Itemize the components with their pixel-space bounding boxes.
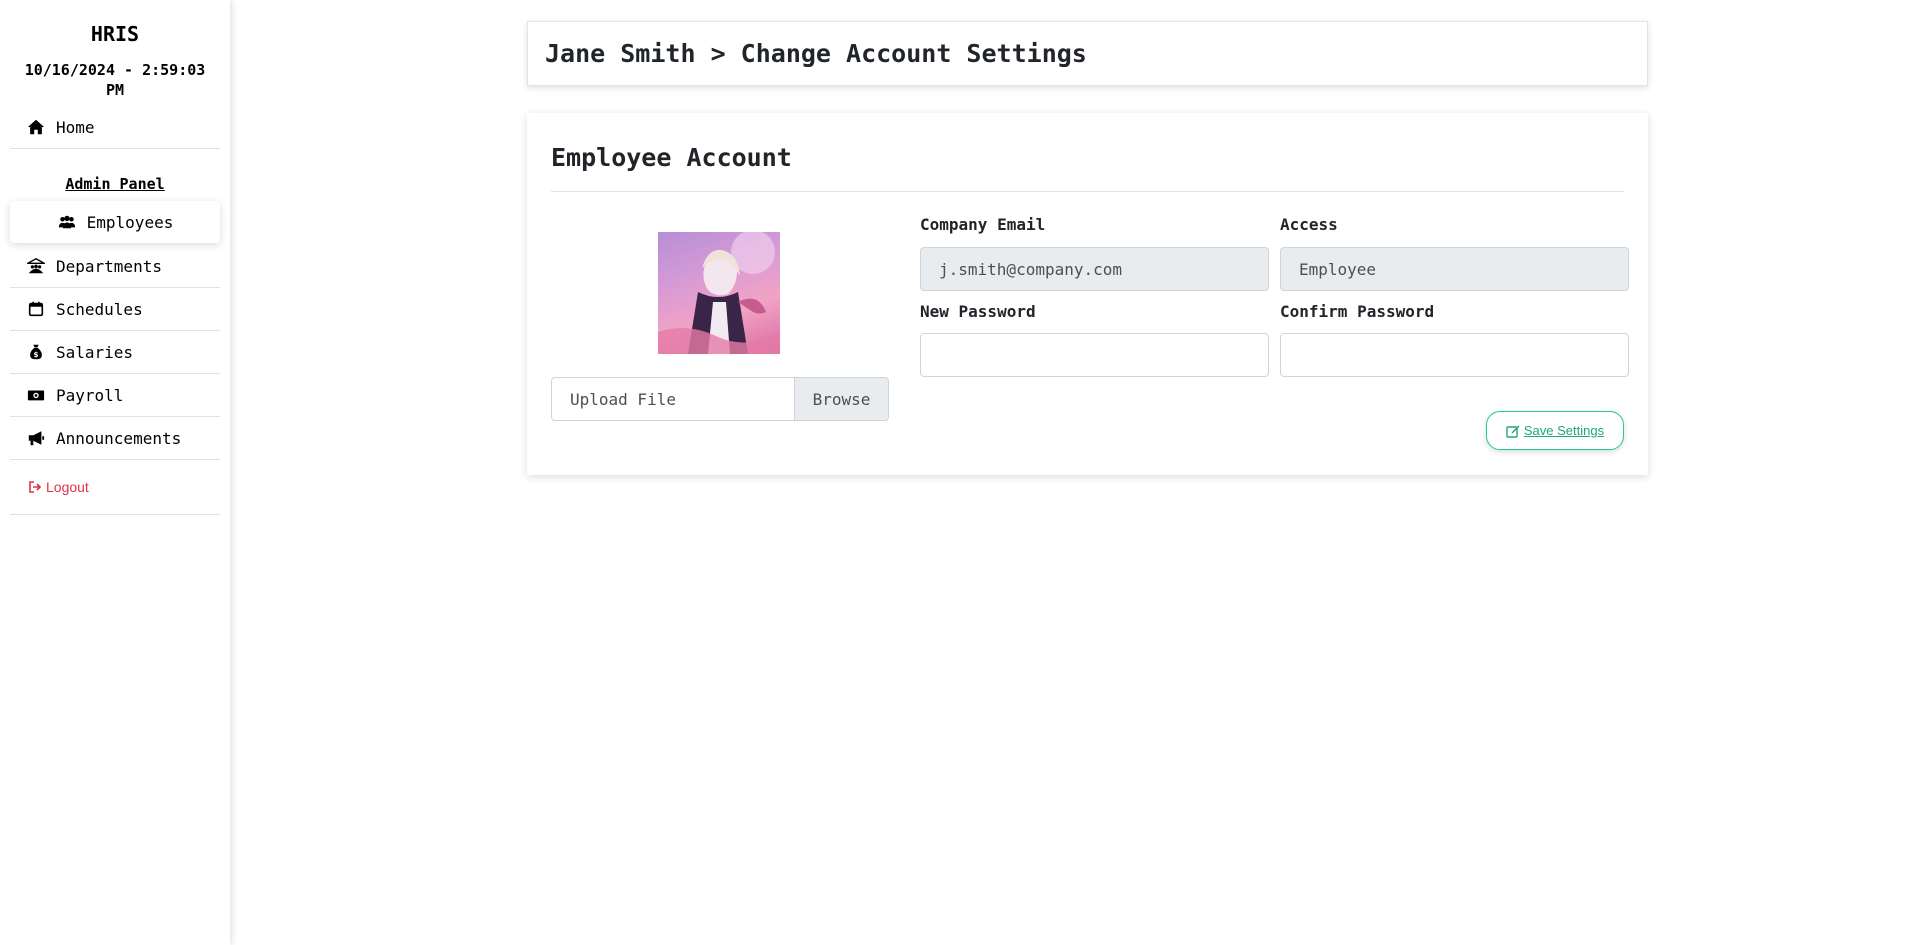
sidebar-item-salaries[interactable]: $ Salaries — [10, 331, 220, 374]
access-label: Access — [1280, 215, 1338, 234]
employee-account-card: Employee Account Upload File Browse Comp… — [527, 113, 1648, 475]
browse-button[interactable]: Browse — [794, 378, 888, 420]
file-upload[interactable]: Upload File Browse — [551, 377, 889, 421]
sidebar-item-label: Employees — [86, 212, 174, 232]
svg-text:$: $ — [33, 350, 38, 359]
confirm-password-label: Confirm Password — [1280, 302, 1435, 321]
banknote-icon — [26, 386, 46, 404]
access-field[interactable] — [1280, 247, 1629, 291]
admin-panel-title: Admin Panel — [65, 175, 165, 193]
sidebar-item-home[interactable]: Home — [10, 106, 220, 149]
confirm-password-field[interactable] — [1280, 333, 1629, 377]
sidebar-item-departments[interactable]: Departments — [10, 245, 220, 288]
edit-icon — [1506, 424, 1524, 438]
save-settings-button[interactable]: Save Settings — [1486, 411, 1624, 450]
money-bag-icon: $ — [26, 343, 46, 361]
sidebar-item-schedules[interactable]: Schedules — [10, 288, 220, 331]
calendar-icon — [26, 300, 46, 318]
logout-label: Logout — [46, 479, 89, 495]
sidebar-item-payroll[interactable]: Payroll — [10, 374, 220, 417]
sidebar-item-label: Home — [56, 117, 95, 137]
company-email-field[interactable] — [920, 247, 1269, 291]
new-password-field[interactable] — [920, 333, 1269, 377]
new-password-label: New Password — [920, 302, 1036, 321]
sidebar-item-label: Schedules — [56, 299, 143, 319]
profile-photo — [658, 232, 780, 354]
save-settings-label: Save Settings — [1523, 423, 1605, 438]
datetime-display: 10/16/2024 - 2:59:03 PM — [24, 61, 206, 99]
app-brand: HRIS — [90, 22, 140, 46]
sidebar-item-label: Announcements — [56, 428, 182, 448]
sidebar-item-label: Payroll — [56, 385, 124, 405]
sidebar-item-announcements[interactable]: Announcements — [10, 417, 220, 460]
company-email-label: Company Email — [920, 215, 1046, 234]
sidebar-item-label: Salaries — [56, 342, 134, 362]
sidebar-item-label: Departments — [56, 256, 162, 276]
home-icon — [26, 118, 46, 136]
building-icon — [26, 257, 46, 275]
users-icon — [57, 213, 77, 231]
logout-link[interactable]: Logout — [10, 460, 220, 515]
megaphone-icon — [26, 429, 46, 447]
sidebar-item-employees[interactable]: Employees — [10, 201, 220, 243]
sign-out-icon — [28, 480, 46, 494]
breadcrumb: Jane Smith > Change Account Settings — [545, 39, 1087, 68]
card-title: Employee Account — [551, 113, 1624, 192]
breadcrumb-header: Jane Smith > Change Account Settings — [527, 21, 1648, 86]
sidebar: HRIS 10/16/2024 - 2:59:03 PM Home Admin … — [0, 0, 230, 945]
upload-file-label[interactable]: Upload File — [552, 378, 794, 420]
